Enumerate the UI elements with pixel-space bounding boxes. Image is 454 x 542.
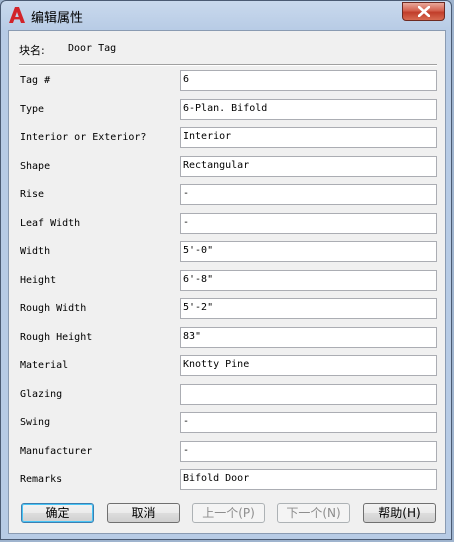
attribute-row-rough-height: Rough Height 83" <box>9 327 445 349</box>
tag-input[interactable]: 6 <box>180 70 437 91</box>
attribute-row-shape: Shape Rectangular <box>9 156 445 178</box>
remarks-input[interactable]: Bifold Door <box>180 469 437 490</box>
attribute-row-type: Type 6-Plan. Bifold <box>9 99 445 121</box>
autocad-logo-icon <box>8 6 26 24</box>
attribute-row-width: Width 5'-0" <box>9 241 445 263</box>
attribute-label: Shape <box>20 161 51 172</box>
attribute-label: Interior or Exterior? <box>20 132 147 143</box>
window-title: 编辑属性 <box>31 11 84 26</box>
attribute-row-leaf-width: Leaf Width - <box>9 213 445 235</box>
attribute-row-tag: Tag # 6 <box>9 70 445 92</box>
attribute-label: Remarks <box>20 474 63 485</box>
close-icon <box>418 6 430 17</box>
shape-input[interactable]: Rectangular <box>180 156 437 177</box>
material-input[interactable]: Knotty Pine <box>180 355 437 376</box>
leaf-width-input[interactable]: - <box>180 213 437 234</box>
attribute-label: Rough Height <box>20 332 93 343</box>
block-name-value: Door Tag <box>68 43 117 54</box>
rough-height-input[interactable]: 83" <box>180 327 437 348</box>
attribute-row-interior-exterior: Interior or Exterior? Interior <box>9 127 445 149</box>
attribute-row-glazing: Glazing <box>9 384 445 406</box>
manufacturer-input[interactable]: - <box>180 441 437 462</box>
attribute-label: Width <box>20 246 51 257</box>
rough-width-input[interactable]: 5'-2" <box>180 298 437 319</box>
interior-exterior-input[interactable]: Interior <box>180 127 437 148</box>
attribute-label: Manufacturer <box>20 446 93 457</box>
attribute-label: Material <box>20 360 69 371</box>
block-name-label: 块名: <box>19 44 45 57</box>
close-button[interactable] <box>402 2 445 21</box>
attribute-row-material: Material Knotty Pine <box>9 355 445 377</box>
attribute-row-manufacturer: Manufacturer - <box>9 441 445 463</box>
attribute-label: Tag # <box>20 75 51 86</box>
attribute-label: Type <box>20 104 45 115</box>
glazing-input[interactable] <box>180 384 437 405</box>
attribute-row-rough-width: Rough Width 5'-2" <box>9 298 445 320</box>
attribute-label: Swing <box>20 417 51 428</box>
attribute-row-height: Height 6'-8" <box>9 270 445 292</box>
attribute-label: Rough Width <box>20 303 87 314</box>
attribute-label: Glazing <box>20 389 63 400</box>
attribute-row-remarks: Remarks Bifold Door <box>9 469 445 491</box>
previous-button[interactable]: 上一个(P) <box>192 503 265 523</box>
ok-button[interactable]: 确定 <box>21 503 94 523</box>
height-input[interactable]: 6'-8" <box>180 270 437 291</box>
title-bar[interactable]: 编辑属性 <box>1 1 451 29</box>
type-input[interactable]: 6-Plan. Bifold <box>180 99 437 120</box>
width-input[interactable]: 5'-0" <box>180 241 437 262</box>
separator <box>19 64 437 66</box>
attribute-label: Rise <box>20 189 45 200</box>
help-button[interactable]: 帮助(H) <box>363 503 436 523</box>
attribute-row-rise: Rise - <box>9 184 445 206</box>
dialog-content: 块名: Door Tag Tag # 6 Type 6-Plan. Bifold… <box>8 30 446 534</box>
attribute-row-swing: Swing - <box>9 412 445 434</box>
attribute-label: Height <box>20 275 57 286</box>
attribute-label: Leaf Width <box>20 218 81 229</box>
swing-input[interactable]: - <box>180 412 437 433</box>
next-button[interactable]: 下一个(N) <box>277 503 350 523</box>
rise-input[interactable]: - <box>180 184 437 205</box>
edit-attributes-dialog: 编辑属性 块名: Door Tag Tag # 6 Type 6-Plan. B… <box>0 0 452 540</box>
cancel-button[interactable]: 取消 <box>107 503 180 523</box>
